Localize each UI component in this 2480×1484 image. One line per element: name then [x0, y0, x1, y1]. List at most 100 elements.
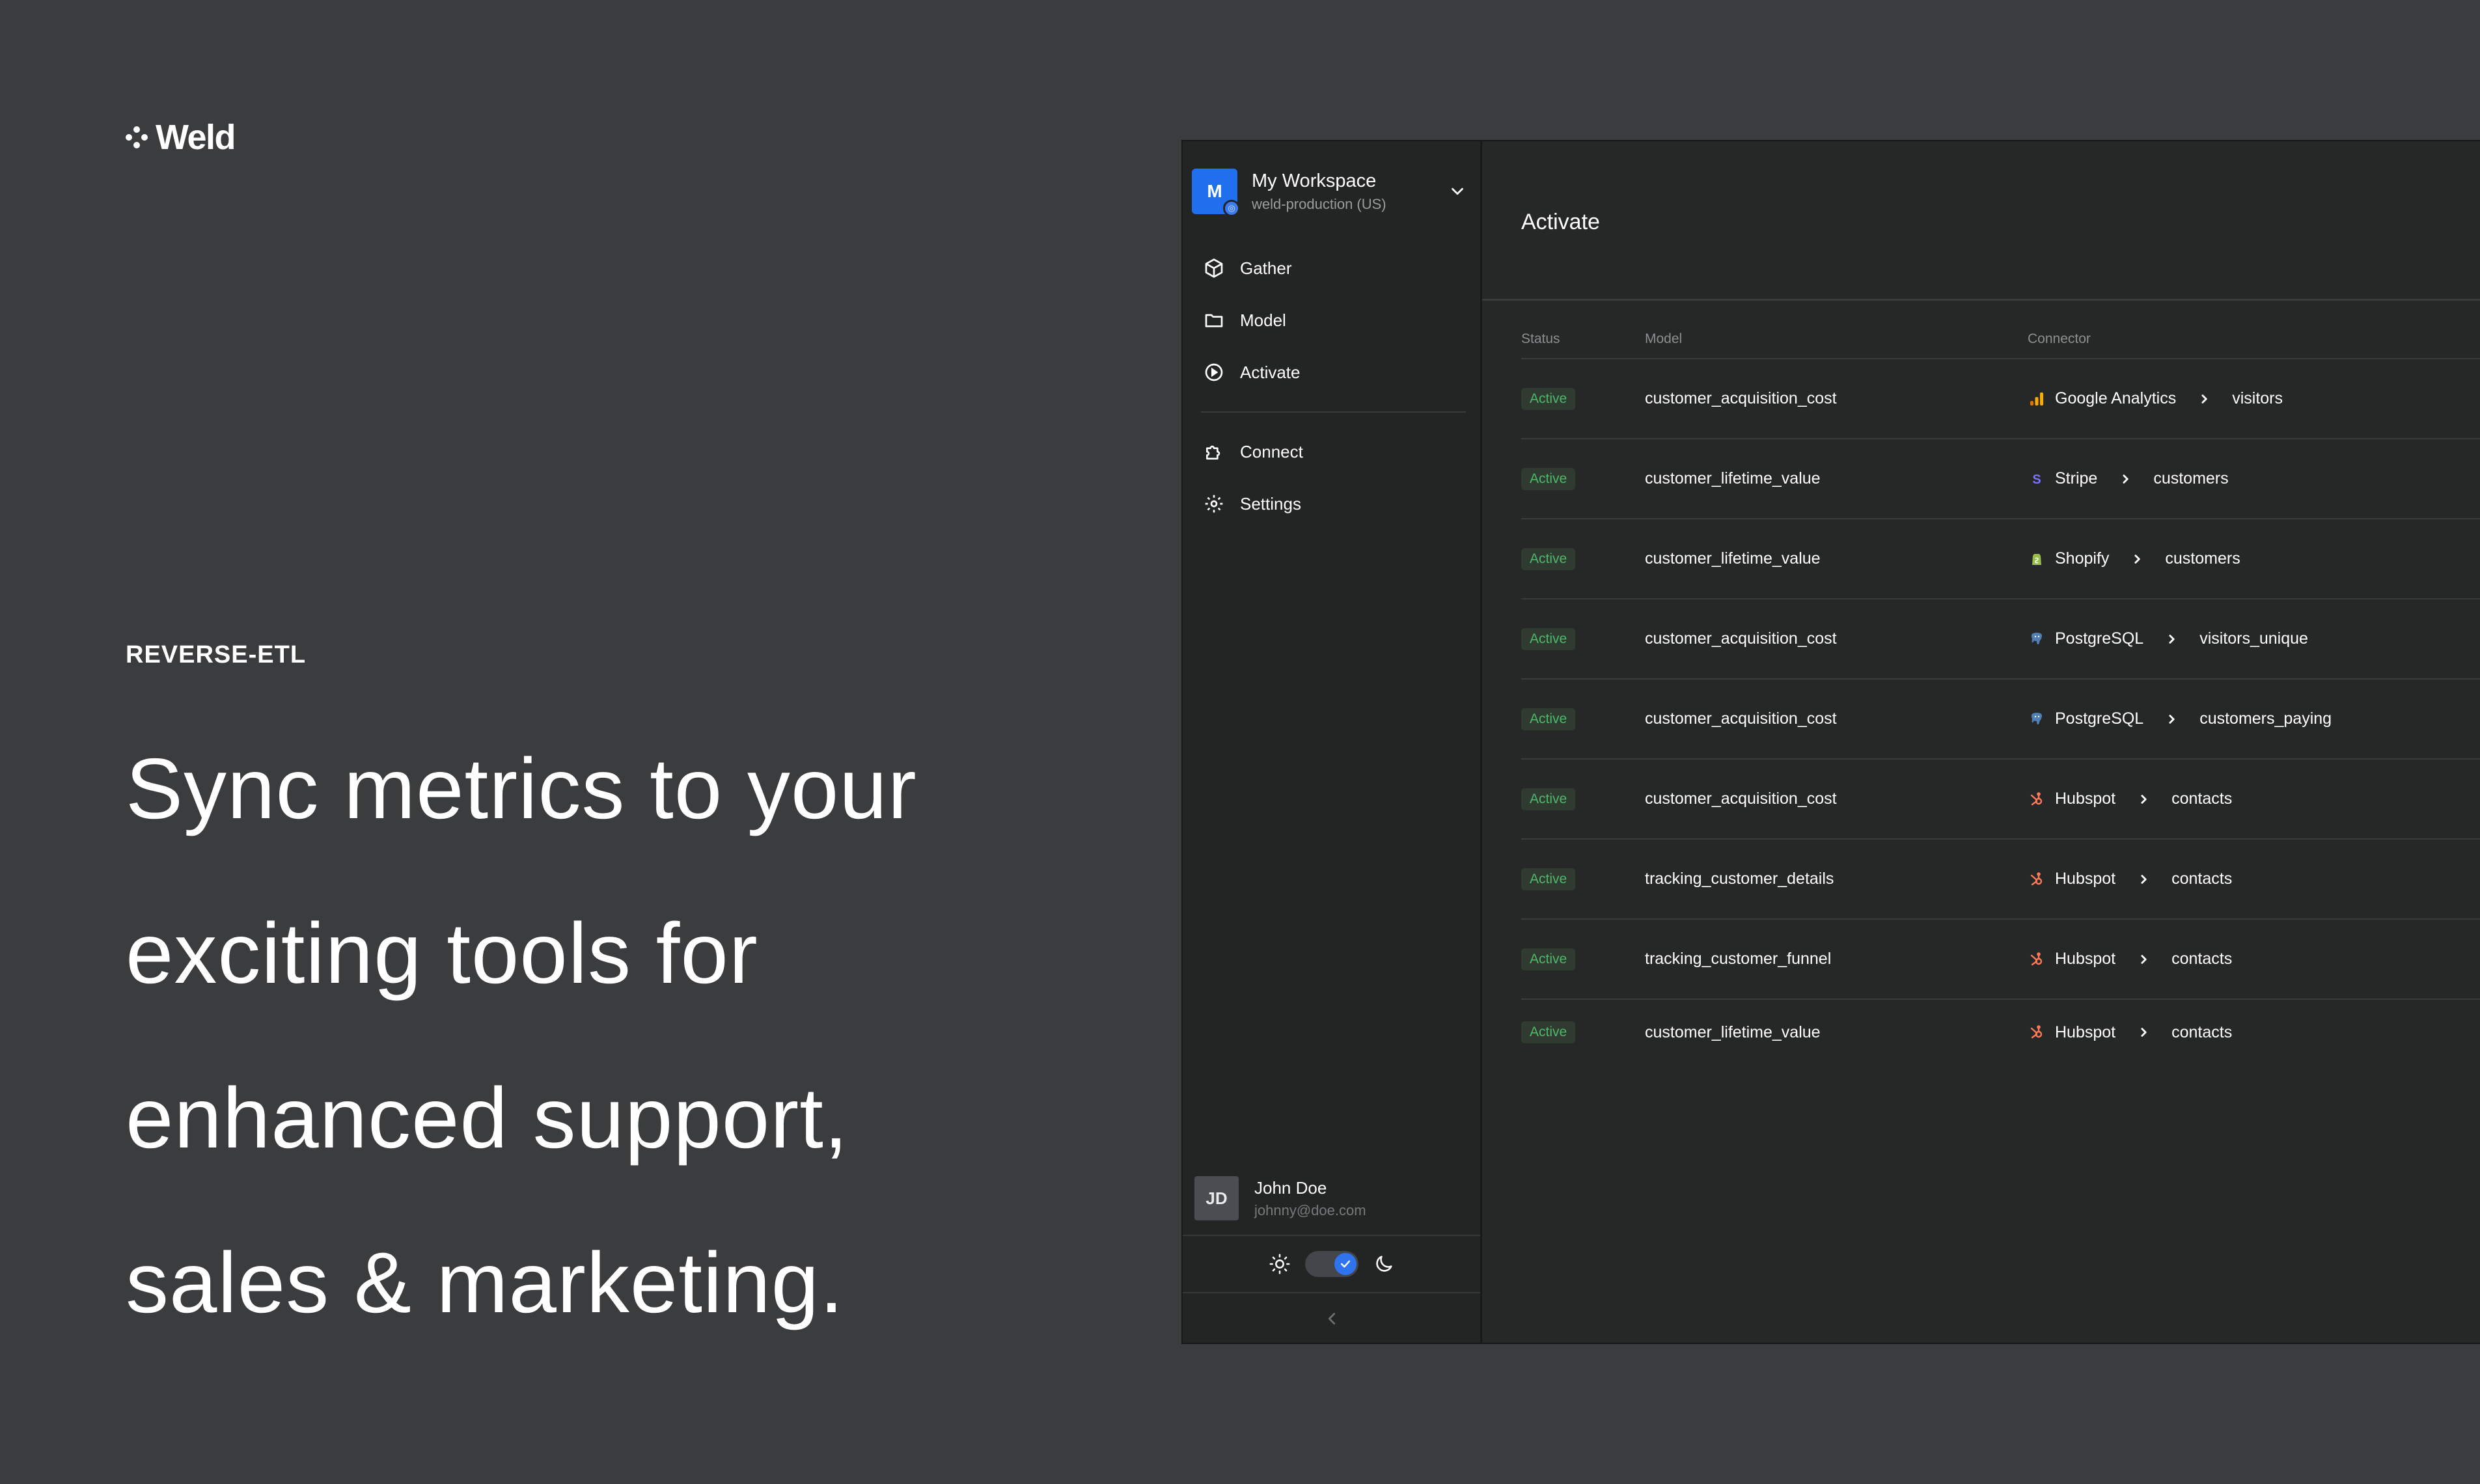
postgresql-icon: [2028, 710, 2046, 728]
column-header-connector[interactable]: Connector: [2028, 331, 2480, 347]
nav-label: Connect: [1240, 441, 1303, 461]
workspace-avatar: M ◎: [1192, 169, 1240, 217]
nav-item-gather[interactable]: Gather: [1201, 242, 1466, 294]
table-row[interactable]: Active customer_lifetime_value S Stripe cust…: [1521, 439, 2480, 519]
connector-name: Google Analytics: [2055, 389, 2177, 407]
connector-name: PostgreSQL: [2055, 709, 2144, 728]
stripe-icon: S: [2028, 470, 2046, 488]
table-header: Status Model Connector: [1521, 320, 2480, 359]
table-row[interactable]: Active tracking_customer_details Hubspot co…: [1521, 840, 2480, 920]
status-badge: Active: [1521, 387, 1576, 410]
headline-line: Sync metrics to your: [126, 741, 917, 836]
workspace-name: My Workspace: [1252, 170, 1377, 191]
weld-logo-mark-icon: [126, 126, 148, 148]
connector-cell: Google Analytics visitors: [2028, 389, 2480, 408]
theme-toggle[interactable]: [1304, 1251, 1358, 1277]
connector-target: visitors_unique: [2199, 629, 2308, 648]
section-eyebrow: REVERSE-ETL: [126, 641, 307, 668]
sidebar: M ◎ My Workspace weld-production (US) Ga…: [1183, 141, 1482, 1343]
connector-cell: Hubspot contacts: [2028, 870, 2480, 888]
hubspot-icon: [2028, 1023, 2046, 1041]
theme-switcher: [1183, 1235, 1480, 1293]
table-row[interactable]: Active customer_acquisition_cost PostgreSQ…: [1521, 599, 2480, 680]
chevron-right-icon: [2169, 634, 2175, 644]
connector-target: customers: [2165, 549, 2240, 568]
avatar: JD: [1194, 1176, 1239, 1220]
table-row[interactable]: Active customer_acquisition_cost Hubspot co…: [1521, 760, 2480, 840]
table-row[interactable]: Active customer_acquisition_cost PostgreSQ…: [1521, 680, 2480, 760]
connector-name: Shopify: [2055, 549, 2110, 568]
connector-cell: Hubspot contacts: [2028, 950, 2480, 969]
sun-icon[interactable]: [1269, 1253, 1291, 1275]
hubspot-icon: [2028, 950, 2046, 969]
connector-cell: PostgreSQL visitors_unique: [2028, 629, 2480, 648]
user-name: John Doe: [1254, 1177, 1327, 1198]
checkmark-icon: [1334, 1253, 1357, 1275]
play-circle-icon: [1205, 363, 1223, 381]
table-row[interactable]: Active tracking_customer_funnel Hubspot con…: [1521, 920, 2480, 1000]
model-cell: customer_lifetime_value: [1645, 549, 1821, 568]
status-cell: Active: [1521, 467, 1645, 490]
table-row[interactable]: Active customer_acquisition_cost Google An…: [1521, 359, 2480, 439]
model-cell: tracking_customer_details: [1645, 870, 1834, 888]
connector-name: Hubspot: [2055, 870, 2116, 888]
main-content: Activate Status Model Connector Active cu…: [1482, 141, 2480, 1343]
activations-table: Status Model Connector Active customer_ac…: [1521, 320, 2480, 1065]
cube-icon: [1205, 258, 1223, 278]
nav-item-settings[interactable]: Settings: [1201, 478, 1466, 530]
connector-target: contacts: [2171, 950, 2233, 968]
status-cell: Active: [1521, 788, 1645, 810]
workspace-switcher[interactable]: M ◎ My Workspace weld-production (US): [1192, 162, 1471, 221]
connector-target: contacts: [2171, 870, 2233, 888]
workspace-region-icon: ◎: [1223, 200, 1240, 217]
connector-name: Hubspot: [2055, 950, 2116, 968]
status-badge: Active: [1521, 1021, 1576, 1043]
headline-line: exciting tools for: [126, 905, 758, 1001]
nav-item-activate[interactable]: Activate: [1201, 346, 1466, 398]
status-badge: Active: [1521, 627, 1576, 650]
nav-item-model[interactable]: Model: [1201, 294, 1466, 346]
gear-icon: [1205, 495, 1223, 513]
column-header-model[interactable]: Model: [1645, 331, 2028, 347]
connector-target: customers: [2153, 469, 2229, 488]
table-row[interactable]: Active customer_lifetime_value Hubspot cont…: [1521, 1000, 2480, 1065]
chevron-down-icon[interactable]: [1448, 182, 1467, 201]
connector-cell: Hubspot contacts: [2028, 1023, 2480, 1042]
table-body: Active customer_acquisition_cost Google An…: [1521, 359, 2480, 1065]
table-row[interactable]: Active customer_lifetime_value Shopify cust…: [1521, 519, 2480, 599]
primary-nav: Gather Model Activate Connect Settings: [1201, 242, 1466, 530]
connector-cell: S Stripe customers: [2028, 469, 2480, 488]
user-profile[interactable]: JD John Doe johnny@doe.com: [1194, 1176, 1366, 1220]
status-badge: Active: [1521, 708, 1576, 730]
chevron-right-icon: [2141, 794, 2147, 804]
chevron-right-icon: [2201, 394, 2207, 404]
chevron-right-icon: [2134, 554, 2141, 564]
chevron-right-icon: [2141, 954, 2147, 964]
nav-label: Activate: [1240, 362, 1301, 382]
chevron-right-icon: [2141, 874, 2147, 884]
column-header-status[interactable]: Status: [1521, 331, 1645, 347]
user-email: johnny@doe.com: [1254, 1202, 1366, 1218]
postgresql-icon: [2028, 630, 2046, 648]
page-header: Activate: [1482, 141, 2480, 301]
connector-name: Stripe: [2055, 469, 2098, 488]
connector-name: Hubspot: [2055, 1023, 2116, 1041]
hubspot-icon: [2028, 870, 2046, 888]
google-analytics-icon: [2028, 390, 2046, 408]
collapse-sidebar-button[interactable]: [1183, 1293, 1480, 1343]
model-cell: customer_acquisition_cost: [1645, 629, 1837, 648]
model-cell: customer_lifetime_value: [1645, 469, 1821, 488]
status-cell: Active: [1521, 547, 1645, 570]
weld-logo: Weld: [126, 117, 236, 158]
status-cell: Active: [1521, 708, 1645, 730]
puzzle-icon: [1206, 445, 1220, 460]
nav-label: Settings: [1240, 493, 1301, 514]
moon-icon[interactable]: [1373, 1253, 1395, 1275]
status-badge: Active: [1521, 948, 1576, 970]
nav-item-connect[interactable]: Connect: [1201, 426, 1466, 478]
hero-headline: Sync metrics to your exciting tools for …: [126, 706, 1141, 1365]
status-cell: Active: [1521, 948, 1645, 970]
nav-label: Gather: [1240, 258, 1292, 278]
hubspot-icon: [2028, 790, 2046, 808]
headline-line: sales & marketing.: [126, 1235, 844, 1330]
